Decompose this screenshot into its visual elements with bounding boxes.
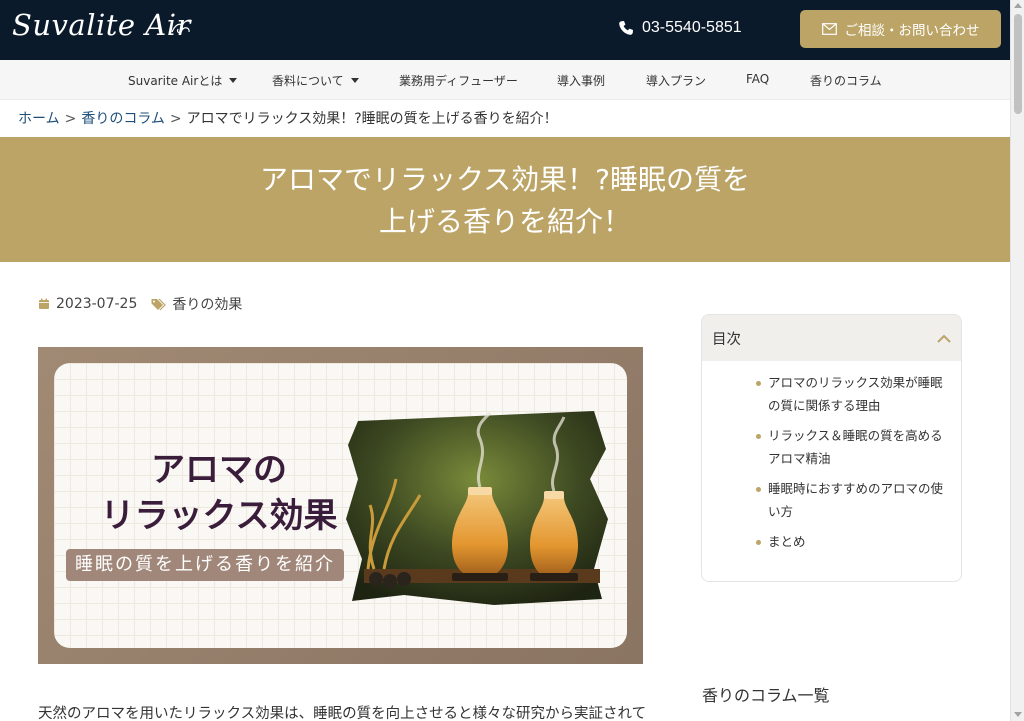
featured-image: アロマの リラックス効果 睡眠の質を上げる香りを紹介 xyxy=(38,347,643,664)
toc-header[interactable]: 目次 xyxy=(702,315,961,361)
article-lead: 天然のアロマを用いたリラックス効果は、睡眠の質を向上させると様々な研究から実証さ… xyxy=(38,706,647,721)
post-category[interactable]: 香りの効果 xyxy=(172,294,242,314)
page-title: アロマでリラックス効果！?睡眠の質を 上げる香りを紹介！ xyxy=(0,159,1010,243)
toc-item-label: まとめ xyxy=(768,534,806,549)
toc-item[interactable]: アロマのリラックス効果が睡眠の質に関係する理由 xyxy=(702,371,961,417)
chevron-up-icon[interactable] xyxy=(937,334,951,343)
tag-icon xyxy=(151,298,167,310)
scroll-up-arrow-icon[interactable] xyxy=(1014,3,1022,8)
calendar-icon xyxy=(39,298,49,309)
nav-item-about[interactable]: Suvarite Airとは xyxy=(128,72,238,89)
post-date: 2023-07-25 xyxy=(56,296,138,312)
toc-item[interactable]: まとめ xyxy=(702,530,961,553)
bullet-icon xyxy=(756,540,761,545)
breadcrumb-separator: > xyxy=(169,111,182,127)
breadcrumb-current: アロマでリラックス効果！?睡眠の質を上げる香りを紹介！ xyxy=(186,111,558,127)
contact-button[interactable]: ご相談・お問い合わせ xyxy=(800,10,1001,48)
nav-item-plans[interactable]: 導入プラン xyxy=(646,72,706,89)
main-nav: Suvarite Airとは 香料について 業務用ディフューザー 導入事例 導入… xyxy=(0,60,1010,100)
scroll-down-arrow-icon[interactable] xyxy=(1014,712,1022,717)
featured-image-subtitle: 睡眠の質を上げる香りを紹介 xyxy=(66,549,344,581)
contact-label: ご相談・お問い合わせ xyxy=(844,23,980,39)
toc-item-label: リラックス＆睡眠の質を高めるアロマ精油 xyxy=(768,428,943,466)
mail-icon xyxy=(821,23,837,35)
site-logo[interactable]: Suvalite Air xyxy=(12,8,191,42)
table-of-contents: 目次 アロマのリラックス効果が睡眠の質に関係する理由 リラックス＆睡眠の質を高め… xyxy=(701,314,962,582)
breadcrumb: ホーム > 香りのコラム > アロマでリラックス効果！?睡眠の質を上げる香りを紹介！ xyxy=(18,108,558,128)
nav-item-faq[interactable]: FAQ xyxy=(746,72,769,86)
phone-icon xyxy=(619,21,633,35)
logo-ornament-icon xyxy=(171,23,190,34)
nav-item-label: 導入プラン xyxy=(646,74,707,88)
caret-down-icon xyxy=(229,78,238,83)
page-title-line2: 上げる香りを紹介！ xyxy=(378,205,631,238)
nav-item-label: 香料について xyxy=(272,74,344,88)
nav-item-label: Suvarite Airとは xyxy=(128,74,223,88)
column-list-heading: 香りのコラム一覧 xyxy=(702,686,830,705)
bullet-icon xyxy=(756,434,761,439)
page-scrollbar[interactable] xyxy=(1010,0,1024,721)
page-title-line1: アロマでリラックス効果！?睡眠の質を xyxy=(259,163,751,196)
bullet-icon xyxy=(756,487,761,492)
toc-list: アロマのリラックス効果が睡眠の質に関係する理由 リラックス＆睡眠の質を高めるアロ… xyxy=(702,371,961,560)
toc-item[interactable]: リラックス＆睡眠の質を高めるアロマ精油 xyxy=(702,424,961,470)
toc-item[interactable]: 睡眠時におすすめのアロマの使い方 xyxy=(702,477,961,523)
featured-image-card: アロマの リラックス効果 睡眠の質を上げる香りを紹介 xyxy=(54,363,627,648)
phone-number: 03-5540-5851 xyxy=(642,19,742,36)
nav-item-column[interactable]: 香りのコラム xyxy=(810,72,882,89)
toc-title: 目次 xyxy=(712,331,741,348)
header-phone[interactable]: 03-5540-5851 xyxy=(618,19,742,37)
aroma-diffuser-illustration xyxy=(346,411,608,605)
caret-down-icon xyxy=(350,78,359,83)
featured-image-title: アロマの リラックス効果 xyxy=(100,450,338,536)
breadcrumb-home-link[interactable]: ホーム xyxy=(18,111,60,127)
post-meta: 2023-07-25 香りの効果 xyxy=(38,294,242,314)
nav-item-cases[interactable]: 導入事例 xyxy=(557,72,605,89)
breadcrumb-separator: > xyxy=(64,111,77,127)
nav-item-diffuser[interactable]: 業務用ディフューザー xyxy=(399,72,518,89)
toc-item-label: 睡眠時におすすめのアロマの使い方 xyxy=(768,481,944,519)
bullet-icon xyxy=(756,381,761,386)
site-header: Suvalite Air 03-5540-5851 ご相談・お問い合わせ xyxy=(0,0,1010,60)
title-banner: アロマでリラックス効果！?睡眠の質を 上げる香りを紹介！ xyxy=(0,137,1010,262)
breadcrumb-column-link[interactable]: 香りのコラム xyxy=(81,111,165,127)
nav-item-label: FAQ xyxy=(746,72,770,86)
nav-item-label: 業務用ディフューザー xyxy=(399,74,518,88)
scrollbar-thumb[interactable] xyxy=(1014,14,1022,114)
nav-item-label: 香りのコラム xyxy=(810,74,882,88)
nav-item-label: 導入事例 xyxy=(557,74,606,88)
nav-item-fragrance[interactable]: 香料について xyxy=(272,72,359,89)
toc-item-label: アロマのリラックス効果が睡眠の質に関係する理由 xyxy=(768,375,943,413)
